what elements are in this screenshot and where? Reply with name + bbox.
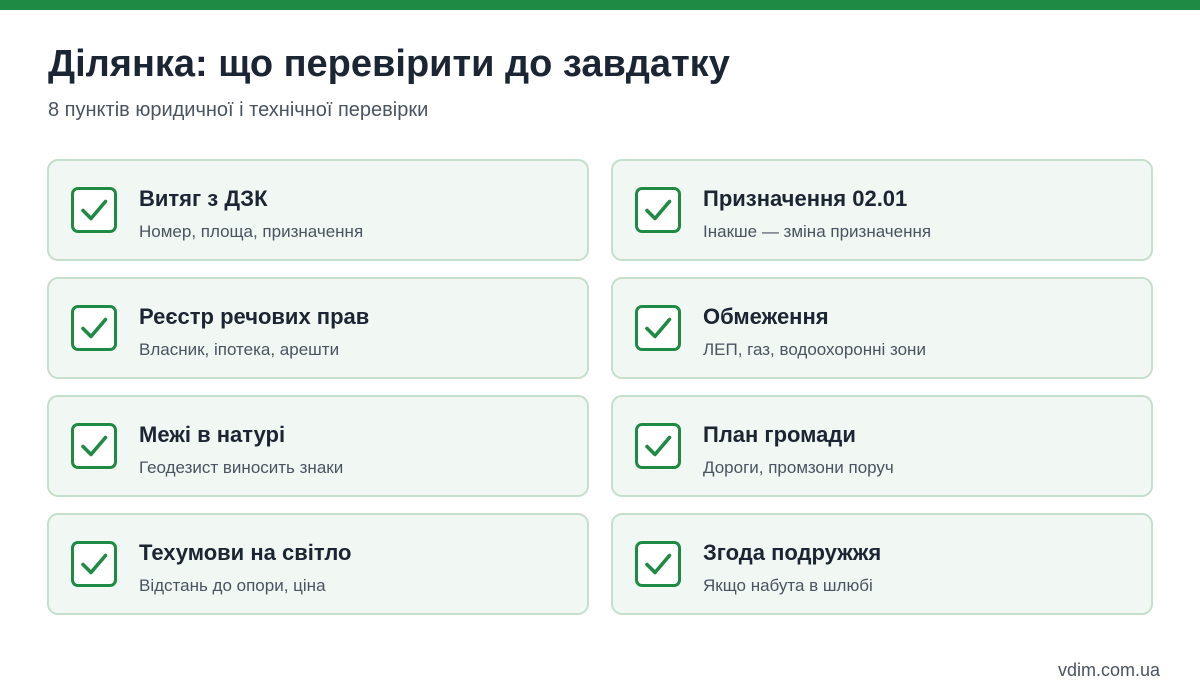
checklist-item-restrictions: Обмеження ЛЕП, газ, водоохоронні зони — [611, 277, 1153, 379]
checklist-item-dzk-extract: Витяг з ДЗК Номер, площа, призначення — [47, 159, 589, 261]
checklist-item-boundaries: Межі в натурі Геодезист виносить знаки — [47, 395, 589, 497]
checklist-item-title: Згода подружжя — [703, 540, 882, 565]
checklist-item-title: Призначення 02.01 — [703, 186, 908, 211]
checklist-item-description: Дороги, промзони поруч — [703, 458, 894, 477]
checkbox-checked-icon — [635, 305, 681, 351]
checklist-item-title: Реєстр речових прав — [139, 304, 370, 329]
checklist-item-property-registry: Реєстр речових прав Власник, іпотека, ар… — [47, 277, 589, 379]
checklist-item-description: Власник, іпотека, арешти — [139, 340, 340, 359]
top-accent-bar — [0, 0, 1200, 10]
checklist-item-community-plan: План громади Дороги, промзони поруч — [611, 395, 1153, 497]
checklist-item-description: Геодезист виносить знаки — [139, 458, 344, 477]
checklist-item-purpose: Призначення 02.01 Інакше — зміна признач… — [611, 159, 1153, 261]
checkbox-checked-icon — [71, 423, 117, 469]
checklist-item-description: Інакше — зміна призначення — [703, 222, 932, 241]
checklist-item-description: Якщо набута в шлюбі — [703, 576, 873, 595]
checkbox-checked-icon — [635, 423, 681, 469]
checklist-item-title: План громади — [703, 422, 856, 447]
checklist-item-description: Відстань до опори, ціна — [139, 576, 326, 595]
checkbox-checked-icon — [71, 187, 117, 233]
page-subtitle: 8 пунктів юридичної і технічної перевірк… — [48, 99, 429, 121]
checklist-item-power-connection: Техумови на світло Відстань до опори, ці… — [47, 513, 589, 615]
page-title: Ділянка: що перевірити до завдатку — [48, 43, 730, 85]
checklist-item-title: Техумови на світло — [139, 540, 352, 565]
footer-site-url: vdim.com.ua — [1057, 660, 1160, 680]
checklist-item-title: Межі в натурі — [139, 422, 286, 447]
checklist-grid: Витяг з ДЗК Номер, площа, призначення Пр… — [47, 159, 1153, 615]
checkbox-checked-icon — [71, 541, 117, 587]
checkbox-checked-icon — [635, 541, 681, 587]
checkbox-checked-icon — [635, 187, 681, 233]
checklist-item-description: Номер, площа, призначення — [139, 222, 364, 241]
checklist-item-description: ЛЕП, газ, водоохоронні зони — [703, 340, 926, 359]
checklist-item-title: Витяг з ДЗК — [139, 186, 268, 211]
checkbox-checked-icon — [71, 305, 117, 351]
checklist-item-spouse-consent: Згода подружжя Якщо набута в шлюбі — [611, 513, 1153, 615]
checklist-item-title: Обмеження — [703, 304, 829, 329]
